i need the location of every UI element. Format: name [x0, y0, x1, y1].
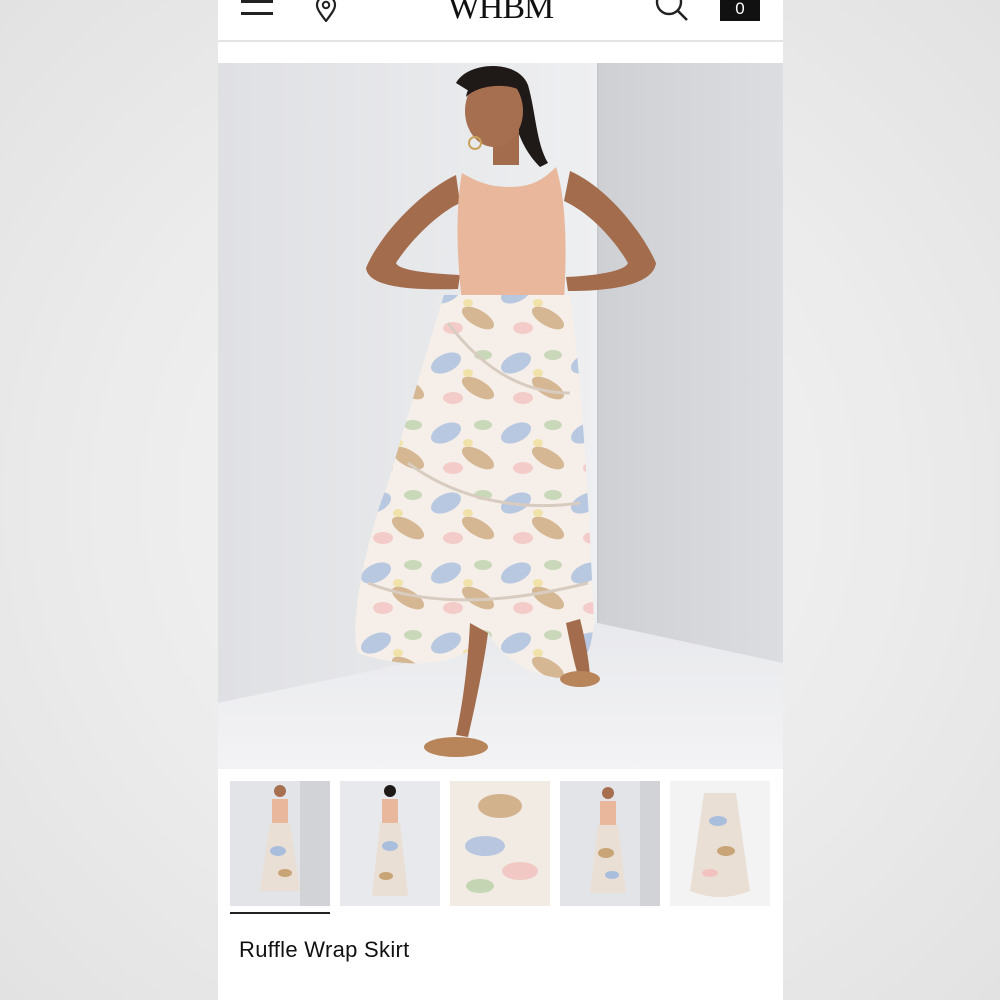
product-title: Ruffle Wrap Skirt [239, 937, 410, 962]
thumbnail-back-view[interactable] [340, 781, 440, 906]
thumbnail-flat-lay[interactable] [670, 781, 770, 906]
shopping-bag-count[interactable]: 0 [720, 0, 760, 21]
selected-thumbnail-indicator [230, 912, 330, 914]
thumbnail-front-view[interactable] [230, 781, 330, 906]
thumbnail-fabric-detail[interactable] [450, 781, 550, 906]
thumbnail-gallery [230, 781, 771, 907]
product-hero-image[interactable] [218, 63, 783, 769]
site-header: WHBM 0 [218, 0, 783, 42]
site-logo[interactable]: WHBM [218, 0, 783, 28]
mobile-page: WHBM 0 Ruffle Wrap Skirt [218, 0, 783, 1000]
search-icon[interactable] [654, 0, 690, 24]
model-photo [218, 63, 783, 769]
thumbnail-front-view-alt[interactable] [560, 781, 660, 906]
